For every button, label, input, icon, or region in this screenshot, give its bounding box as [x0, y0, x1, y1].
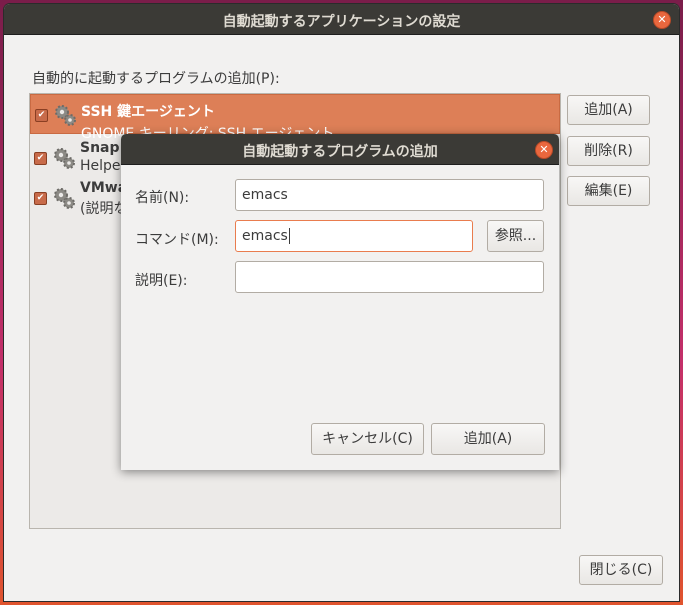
gear-icon — [54, 188, 75, 209]
dialog-title: 自動起動するプログラムの追加 — [242, 144, 438, 160]
name-field-value: emacs — [242, 187, 288, 203]
remove-button[interactable]: 削除(R) — [567, 136, 650, 166]
browse-button[interactable]: 参照... — [487, 220, 544, 252]
startup-list-label: 自動的に起動するプログラムの追加(P): — [32, 71, 280, 87]
gear-icon — [55, 105, 76, 126]
text-caret — [288, 228, 290, 244]
checkbox-checked-icon[interactable]: ✔ — [34, 152, 47, 165]
dialog-add-button[interactable]: 追加(A) — [431, 423, 545, 455]
list-item[interactable]: ✔ SSH 鍵エージェント GNOME キーリング: SSH エージェント — [30, 94, 560, 142]
item-name: SSH 鍵エージェント — [81, 104, 215, 120]
close-button[interactable]: 閉じる(C) — [579, 555, 663, 585]
edit-button[interactable]: 編集(E) — [567, 176, 650, 206]
checkbox-checked-icon[interactable]: ✔ — [35, 109, 48, 122]
window-titlebar[interactable]: 自動起動するアプリケーションの設定 ✕ — [4, 4, 679, 35]
command-field[interactable]: emacs — [235, 220, 473, 252]
item-description: Helper — [80, 158, 127, 174]
add-button[interactable]: 追加(A) — [567, 95, 650, 125]
command-field-value: emacs — [242, 228, 288, 244]
name-field[interactable]: emacs — [235, 179, 544, 211]
window-title: 自動起動するアプリケーションの設定 — [222, 14, 461, 30]
name-label: 名前(N): — [135, 190, 190, 206]
dialog-titlebar[interactable]: 自動起動するプログラムの追加 ✕ — [121, 134, 559, 165]
window-close-icon[interactable]: ✕ — [653, 11, 671, 29]
command-label: コマンド(M): — [135, 232, 219, 248]
dialog-close-icon[interactable]: ✕ — [535, 141, 553, 159]
checkbox-checked-icon[interactable]: ✔ — [34, 192, 47, 205]
gear-icon — [54, 148, 75, 169]
description-field[interactable] — [235, 261, 544, 293]
cancel-button[interactable]: キャンセル(C) — [311, 423, 424, 455]
add-program-dialog: 自動起動するプログラムの追加 ✕ 名前(N): emacs コマンド(M): e… — [121, 134, 559, 470]
description-label: 説明(E): — [135, 273, 188, 289]
